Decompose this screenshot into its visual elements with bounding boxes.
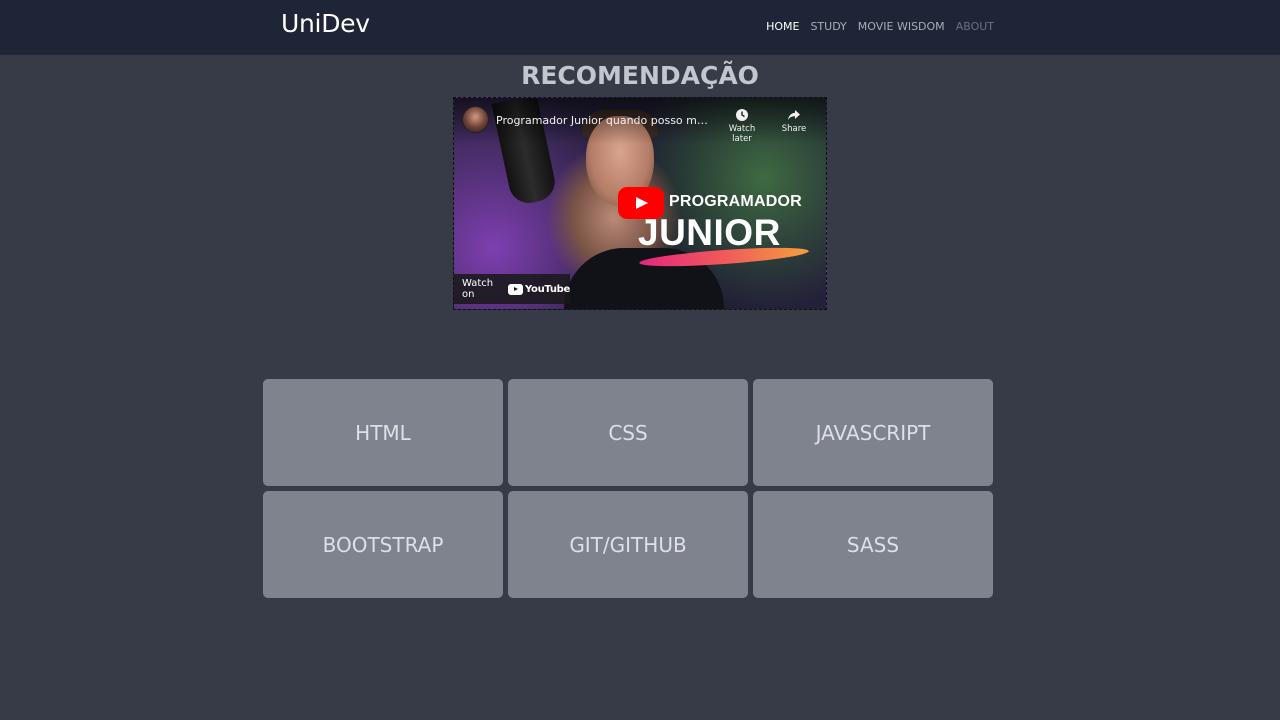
play-button[interactable] [618, 187, 664, 219]
topic-card-label: BOOTSTRAP [322, 532, 444, 557]
video-title[interactable]: Programador Junior quando posso me... [496, 114, 711, 127]
topic-card-css[interactable]: CSS [508, 379, 748, 486]
topic-card-git-github[interactable]: GIT/GITHUB [508, 491, 748, 598]
topic-card-label: JAVASCRIPT [815, 420, 931, 445]
topic-card-label: SASS [846, 532, 900, 557]
main-nav: HOME STUDY MOVIE WISDOM ABOUT [766, 20, 994, 33]
topic-card-javascript[interactable]: JAVASCRIPT [753, 379, 993, 486]
thumbnail-text-programador: PROGRAMADOR [669, 193, 802, 210]
topic-card-html[interactable]: HTML [263, 379, 503, 486]
watch-on-label: Watch on [462, 278, 494, 300]
clock-icon [736, 109, 748, 121]
topic-card-label: HTML [355, 420, 411, 445]
nav-item-study[interactable]: STUDY [810, 20, 846, 33]
section-title: RECOMENDAÇÃO [521, 61, 759, 90]
watch-later-button[interactable]: Watch later [718, 108, 766, 144]
topic-grid: HTML CSS JAVASCRIPT BOOTSTRAP GIT/GITHUB… [263, 379, 993, 598]
youtube-logo: YouTube [508, 283, 570, 295]
watch-on-youtube-link[interactable]: Watch on YouTube [454, 274, 570, 304]
topic-card-label: GIT/GITHUB [569, 532, 687, 557]
nav-item-about[interactable]: ABOUT [956, 20, 994, 33]
nav-item-movie-wisdom[interactable]: MOVIE WISDOM [858, 20, 945, 33]
youtube-play-icon [508, 283, 523, 295]
channel-avatar[interactable] [462, 106, 489, 133]
share-label: Share [781, 124, 807, 134]
share-button[interactable]: Share [770, 108, 818, 134]
topic-card-sass[interactable]: SASS [753, 491, 993, 598]
nav-item-home[interactable]: HOME [766, 20, 799, 33]
topic-card-bootstrap[interactable]: BOOTSTRAP [263, 491, 503, 598]
youtube-wordmark: YouTube [525, 283, 570, 295]
brand-logo[interactable]: UniDev [281, 9, 370, 38]
topic-card-label: CSS [608, 420, 648, 445]
share-icon [788, 110, 800, 120]
video-embed[interactable]: PROGRAMADOR JUNIOR Programador Junior qu… [453, 97, 827, 310]
watch-later-label: Watch later [728, 124, 756, 144]
thumbnail-text-junior: JUNIOR [638, 212, 781, 253]
navbar: UniDev HOME STUDY MOVIE WISDOM ABOUT [0, 0, 1280, 55]
